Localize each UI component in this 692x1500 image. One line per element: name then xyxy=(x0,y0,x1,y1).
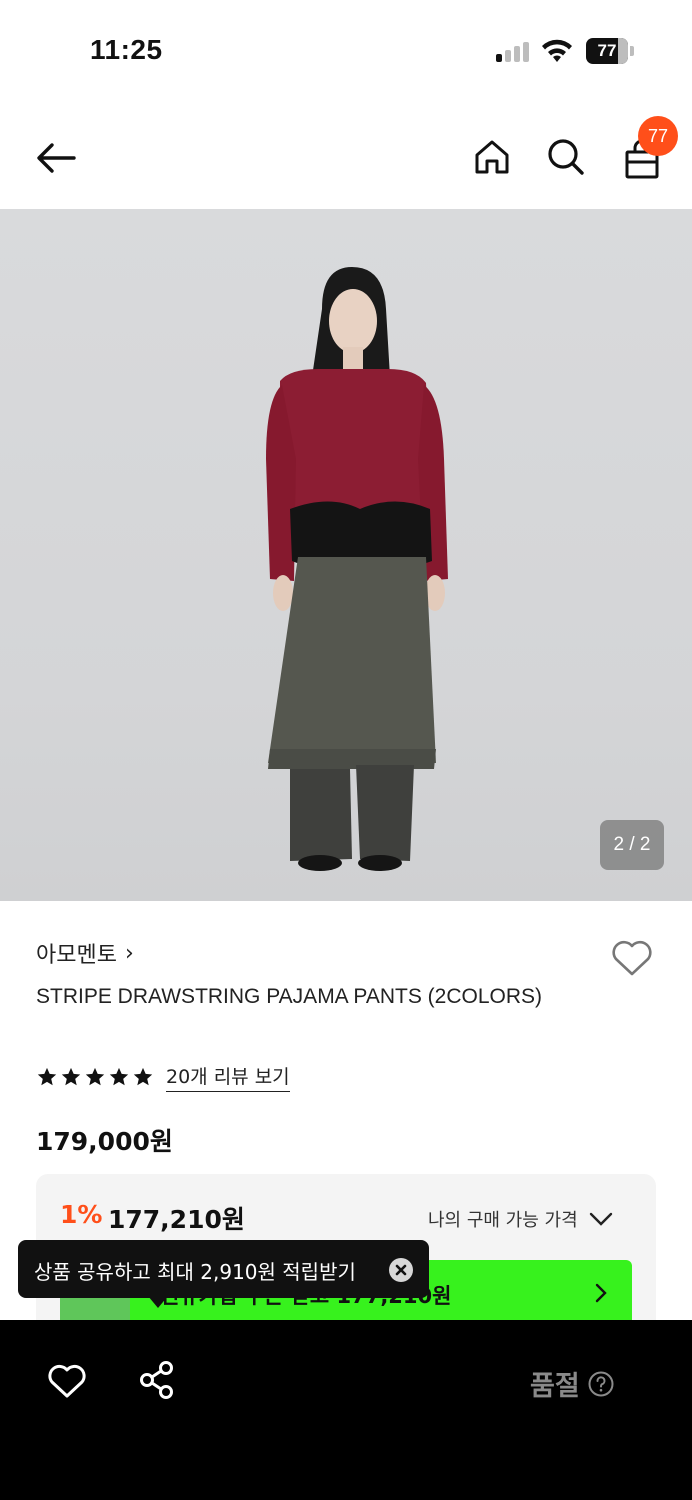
chevron-right-icon xyxy=(595,1283,607,1303)
share-button[interactable] xyxy=(138,1360,178,1400)
cart-count-badge: 77 xyxy=(638,116,678,156)
sold-out-status: 품절 xyxy=(530,1364,614,1403)
like-button[interactable] xyxy=(46,1360,88,1402)
share-reward-tooltip: 상품 공유하고 최대 2,910원 적립받기 xyxy=(18,1240,429,1298)
rating-row: 20개 리뷰 보기 xyxy=(36,1062,290,1092)
home-icon xyxy=(475,140,509,174)
status-time: 11:25 xyxy=(90,34,163,65)
image-counter: 2 / 2 xyxy=(600,820,664,870)
product-price: 179,000원 xyxy=(36,1127,173,1156)
star-icon xyxy=(61,1067,81,1086)
close-icon xyxy=(395,1264,407,1276)
star-icon xyxy=(109,1067,129,1086)
brand-name: 아모멘토 xyxy=(36,943,117,968)
sold-out-label: 품절 xyxy=(530,1371,580,1402)
heart-icon xyxy=(48,1364,86,1398)
home-button[interactable] xyxy=(468,133,516,181)
model-photo xyxy=(266,267,448,871)
star-icon xyxy=(85,1067,105,1086)
bottom-action-bar: 품절 xyxy=(0,1320,692,1500)
battery-icon: 77 xyxy=(586,38,634,64)
product-image[interactable] xyxy=(0,209,692,901)
my-price-label: 나의 구매 가능 가격 xyxy=(428,1210,578,1231)
wishlist-button[interactable] xyxy=(608,934,656,982)
help-icon[interactable] xyxy=(588,1371,614,1397)
cellular-signal-icon xyxy=(496,40,532,62)
tooltip-tail xyxy=(148,1296,168,1308)
discount-price: 177,210원 xyxy=(108,1205,245,1234)
share-icon xyxy=(140,1361,173,1399)
review-link[interactable]: 20개 리뷰 보기 xyxy=(166,1062,290,1092)
status-bar: 11:25 77 xyxy=(0,0,692,100)
search-button[interactable] xyxy=(542,133,590,181)
tooltip-close-button[interactable] xyxy=(389,1258,413,1282)
battery-level: 77 xyxy=(597,41,617,60)
star-rating xyxy=(36,1066,154,1088)
heart-icon xyxy=(612,940,652,976)
tooltip-text: 상품 공유하고 최대 2,910원 적립받기 xyxy=(34,1260,356,1284)
my-price-toggle[interactable]: 나의 구매 가능 가격 xyxy=(428,1206,614,1232)
star-icon xyxy=(37,1067,57,1086)
search-icon xyxy=(548,139,584,175)
brand-link[interactable]: 아모멘토 › xyxy=(36,937,134,969)
arrow-left-icon xyxy=(37,143,76,173)
top-nav-bar xyxy=(0,100,692,210)
star-icon xyxy=(133,1067,153,1086)
back-button[interactable] xyxy=(32,134,80,182)
product-name: STRIPE DRAWSTRING PAJAMA PANTS (2COLORS) xyxy=(36,985,543,1008)
wifi-icon xyxy=(542,39,572,62)
discount-rate: 1% xyxy=(60,1200,103,1229)
chevron-right-icon: › xyxy=(124,940,134,966)
chevron-down-icon xyxy=(589,1212,612,1226)
